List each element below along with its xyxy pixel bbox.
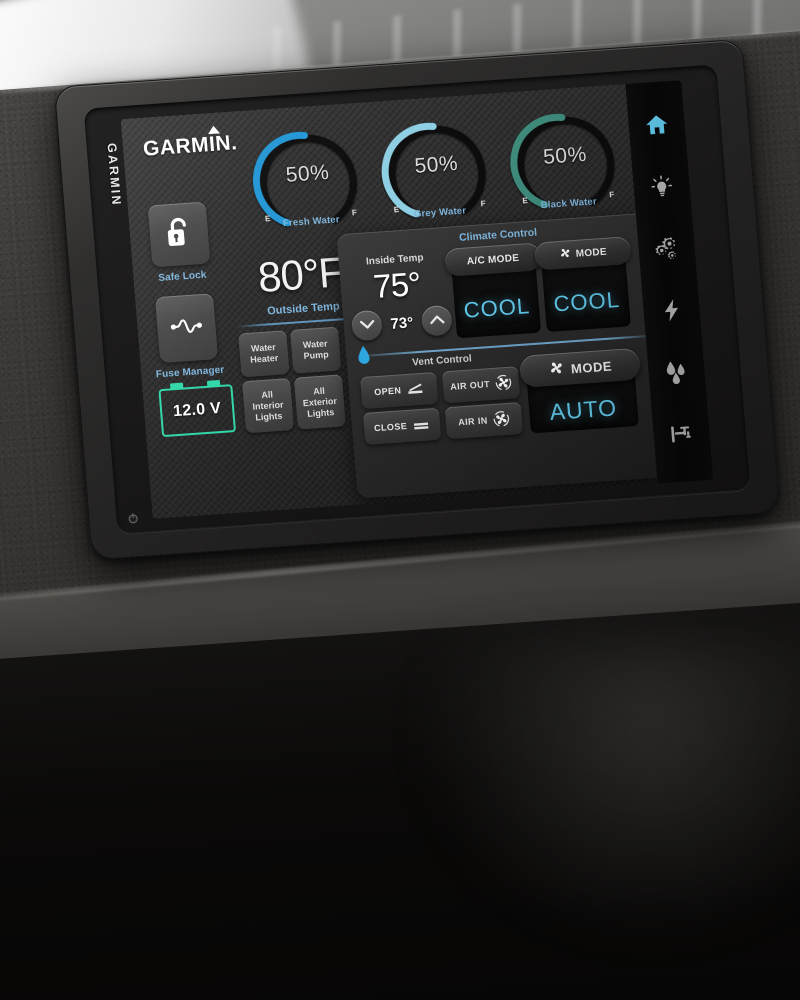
rail-item-lighting[interactable]	[644, 171, 681, 207]
battery-voltage-indicator[interactable]: 12.0 V	[158, 384, 237, 438]
temp-decrease-button[interactable]	[350, 309, 384, 342]
vent-open-label: OPEN	[373, 385, 402, 398]
ac-mode-value: COOL	[462, 293, 532, 323]
lightning-icon	[660, 298, 684, 328]
vent-open-icon	[406, 381, 425, 397]
background-void-glow	[420, 640, 800, 940]
button-line-2: Pump	[303, 349, 330, 362]
gauge-grey-water[interactable]: 50% E F Grey Water	[368, 103, 506, 240]
button-line-3: Lights	[254, 410, 283, 423]
rail-item-water[interactable]	[659, 357, 696, 393]
button-line-1: All	[312, 385, 326, 396]
gears-icon	[653, 234, 681, 267]
all-exterior-lights-button[interactable]: All Exterior Lights	[293, 374, 346, 430]
fuse-manager-label: Fuse Manager	[155, 364, 225, 381]
button-line-1: Water	[302, 338, 328, 351]
vent-air-out-button[interactable]: AIR OUT	[441, 366, 521, 404]
fan-in-icon	[492, 409, 510, 429]
safe-lock-label: Safe Lock	[157, 269, 207, 284]
chevron-up-icon	[429, 311, 445, 330]
rail-item-settings[interactable]	[649, 233, 686, 269]
fan-icon	[558, 246, 572, 263]
safe-lock-button[interactable]	[147, 201, 211, 268]
button-line-3: Lights	[306, 406, 335, 419]
climate-control-panel: Climate Control Inside Temp 75° 73° A/C …	[336, 211, 680, 499]
rail-item-power[interactable]	[654, 295, 691, 331]
lightbulb-icon	[649, 174, 675, 205]
ac-mode-card[interactable]: A/C MODE COOL	[444, 242, 543, 339]
garmin-logo: GARMIN.	[142, 125, 239, 162]
water-pump-button[interactable]: Water Pump	[290, 326, 342, 374]
faucet-icon	[668, 422, 696, 451]
vent-mode-card[interactable]: MODE AUTO	[518, 347, 642, 434]
vent-mode-button[interactable]: MODE	[518, 347, 642, 388]
vent-air-in-label: AIR IN	[457, 415, 489, 428]
vent-mode-value: AUTO	[548, 394, 619, 425]
rail-item-home[interactable]	[639, 109, 676, 145]
all-interior-lights-button[interactable]: All Interior Lights	[242, 378, 295, 434]
droplets-icon	[663, 359, 691, 390]
button-line-2: Heater	[249, 352, 279, 365]
vent-open-button[interactable]: OPEN	[360, 371, 439, 410]
vent-close-button[interactable]: CLOSE	[362, 407, 442, 445]
photo-scene: GARMIN GARMIN. 50% E F Fresh Water 50% E…	[0, 0, 800, 1000]
battery-voltage-value: 12.0 V	[172, 399, 222, 421]
fan-mode-label: MODE	[575, 246, 608, 260]
garmin-triangle-icon	[206, 125, 220, 135]
fan-mode-button[interactable]: MODE	[533, 236, 632, 271]
fuse-manager-button[interactable]	[154, 293, 219, 364]
screen-ui: GARMIN. 50% E F Fresh Water 50% E F Grey…	[121, 80, 714, 519]
fuse-icon	[169, 315, 205, 340]
fan-icon	[547, 359, 566, 380]
fan-mode-value: COOL	[552, 286, 621, 317]
ac-mode-button[interactable]: A/C MODE	[444, 242, 543, 277]
vent-air-out-label: AIR OUT	[449, 379, 491, 392]
rail-item-tanks[interactable]	[664, 419, 701, 455]
fan-out-icon	[494, 373, 512, 393]
vent-mode-label: MODE	[570, 358, 613, 376]
garmin-wordmark: GARMIN	[142, 131, 232, 161]
temperature-stepper: 73°	[350, 303, 453, 344]
gauge-black-water[interactable]: 50% E F Black Water	[496, 94, 634, 231]
chevron-down-icon	[359, 316, 375, 335]
unlocked-padlock-icon	[165, 215, 194, 254]
temp-increase-button[interactable]	[420, 304, 453, 337]
inside-temp-value: 75°	[371, 264, 422, 305]
vent-closed-icon	[411, 417, 430, 433]
ac-mode-label: A/C MODE	[466, 252, 520, 267]
gauge-fresh-water[interactable]: 50% E F Fresh Water	[239, 112, 377, 249]
button-line-1: Water	[250, 341, 277, 354]
touchscreen[interactable]: GARMIN. 50% E F Fresh Water 50% E F Grey…	[120, 80, 714, 519]
garmin-logo-dot: .	[230, 131, 239, 155]
garmin-display-device: GARMIN GARMIN. 50% E F Fresh Water 50% E…	[53, 38, 781, 561]
fan-mode-card[interactable]: MODE COOL	[533, 236, 632, 333]
temp-setpoint-value: 73°	[389, 313, 414, 333]
vent-close-label: CLOSE	[373, 421, 408, 434]
vent-air-in-button[interactable]: AIR IN	[444, 402, 524, 440]
home-icon	[644, 112, 670, 143]
water-heater-button[interactable]: Water Heater	[238, 330, 290, 378]
button-line-1: All	[260, 388, 274, 400]
